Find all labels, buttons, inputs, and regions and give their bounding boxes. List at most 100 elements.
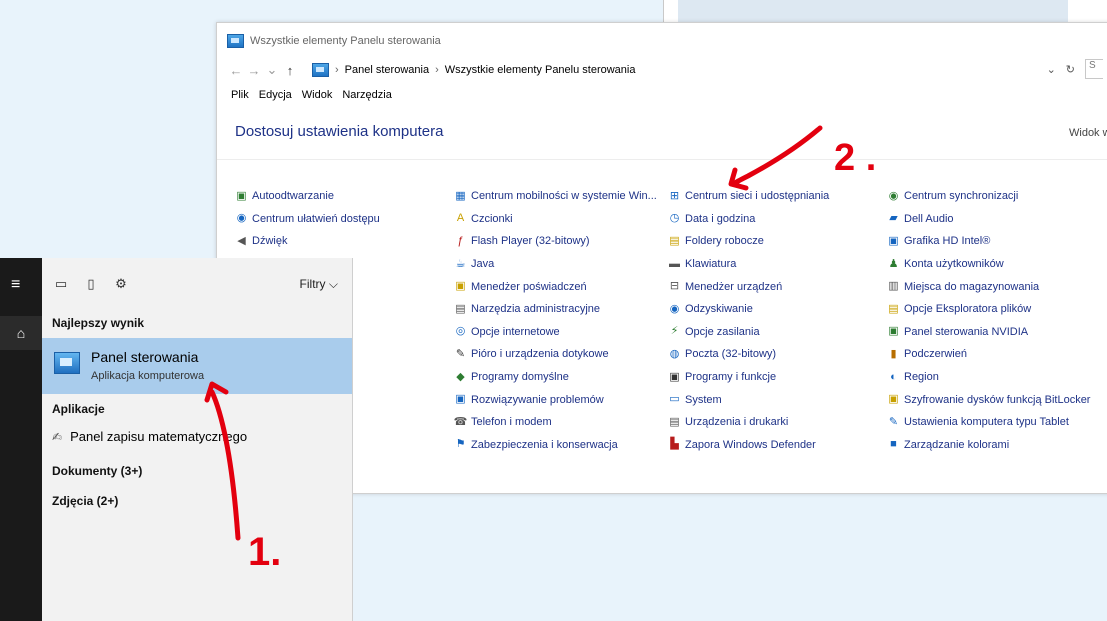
breadcrumb-all-items[interactable]: Wszystkie elementy Panelu sterowania bbox=[445, 64, 636, 76]
control-panel-item[interactable]: ▣ Grafika HD Intel® bbox=[887, 230, 1090, 253]
troubleshooting-icon: ▣ bbox=[455, 393, 466, 406]
phone-modem-icon: ☎ bbox=[453, 415, 468, 428]
control-panel-item[interactable]: ▣ Programy i funkcje bbox=[668, 366, 829, 389]
control-panel-item[interactable]: ◆ Programy domyślne bbox=[454, 366, 657, 389]
autoplay-icon: ▣ bbox=[236, 189, 247, 202]
control-panel-item[interactable]: ▤ Foldery robocze bbox=[668, 230, 829, 253]
home-icon[interactable]: ⌂ bbox=[0, 316, 42, 350]
search-input[interactable]: S bbox=[1085, 59, 1103, 79]
app-result-math-input-panel[interactable]: ✍ Panel zapisu matematycznego bbox=[52, 429, 247, 444]
documents-filter-icon[interactable]: ▯ bbox=[76, 276, 106, 292]
control-panel-item-label: Centrum sieci i udostępniania bbox=[685, 190, 830, 203]
system-icon: ▭ bbox=[669, 393, 680, 406]
settings-gear-icon[interactable]: ⚙ bbox=[106, 276, 136, 292]
breadcrumb-separator: › bbox=[435, 64, 439, 76]
control-panel-item[interactable]: ◍ Poczta (32-bitowy) bbox=[668, 343, 829, 366]
control-panel-item[interactable]: ◀ Dźwięk bbox=[235, 230, 380, 253]
menu-file[interactable]: Plik bbox=[231, 89, 249, 101]
control-panel-item[interactable]: ☎ Telefon i modem bbox=[454, 411, 657, 434]
control-panel-item-label: Konta użytkowników bbox=[904, 258, 1004, 271]
control-panel-item[interactable]: ▣ Panel sterowania NVIDIA bbox=[887, 321, 1090, 344]
documents-group[interactable]: Dokumenty (3+) bbox=[52, 464, 142, 478]
control-panel-item[interactable]: ▤ Opcje Eksploratora plików bbox=[887, 298, 1090, 321]
control-panel-item[interactable]: ☕ Java bbox=[454, 253, 657, 276]
control-panel-item-label: Odzyskiwanie bbox=[685, 303, 753, 316]
internet-options-icon: ◎ bbox=[455, 325, 466, 338]
control-panel-item-label: Poczta (32-bitowy) bbox=[685, 348, 777, 361]
control-panel-item-label: Rozwiązywanie problemów bbox=[471, 393, 604, 406]
control-panel-item[interactable]: ▤ Narzędzia administracyjne bbox=[454, 298, 657, 321]
chevron-down-icon: ⌵ bbox=[328, 277, 338, 291]
control-panel-item-label: Panel sterowania NVIDIA bbox=[904, 325, 1029, 338]
bitlocker-icon: ▣ bbox=[888, 393, 899, 406]
control-panel-item[interactable]: ▰ Dell Audio bbox=[887, 208, 1090, 231]
control-panel-item[interactable]: ⚑ Zabezpieczenia i konserwacja bbox=[454, 434, 657, 457]
divider bbox=[217, 159, 1107, 160]
control-panel-item[interactable]: ◐ Region bbox=[887, 366, 1090, 389]
credential-manager-icon: ▣ bbox=[455, 280, 466, 293]
recent-dropdown-icon[interactable]: ⌄ bbox=[263, 62, 281, 78]
control-panel-item[interactable]: ▣ Szyfrowanie dysków funkcją BitLocker bbox=[887, 388, 1090, 411]
control-panel-icon bbox=[312, 63, 329, 77]
background-window-bar bbox=[678, 0, 1068, 22]
control-panel-item-label: Centrum mobilności w systemie Win... bbox=[471, 190, 657, 203]
control-panel-item[interactable]: ▬ Klawiatura bbox=[668, 253, 829, 276]
control-panel-item-label: Foldery robocze bbox=[685, 235, 764, 248]
control-panel-item[interactable]: ▮ Podczerwień bbox=[887, 343, 1090, 366]
control-panel-item[interactable]: ▤ Urządzenia i drukarki bbox=[668, 411, 829, 434]
fonts-icon: A bbox=[456, 212, 465, 225]
control-panel-item[interactable]: ⊟ Menedżer urządzeń bbox=[668, 275, 829, 298]
best-match-result[interactable]: Panel sterowania Aplikacja komputerowa bbox=[42, 338, 352, 394]
programs-features-icon: ▣ bbox=[669, 370, 680, 383]
control-panel-item[interactable]: ⚡ Opcje zasilania bbox=[668, 321, 829, 344]
control-panel-item[interactable]: ✎ Ustawienia komputera typu Tablet bbox=[887, 411, 1090, 434]
menu-tools[interactable]: Narzędzia bbox=[342, 89, 392, 101]
control-panel-item[interactable]: ◎ Opcje internetowe bbox=[454, 321, 657, 344]
control-panel-item-label: Centrum ułatwień dostępu bbox=[252, 212, 380, 225]
intel-graphics-icon: ▣ bbox=[888, 234, 899, 247]
control-panel-item[interactable]: ⊞ Centrum sieci i udostępniania bbox=[668, 185, 829, 208]
control-panel-item[interactable]: ◉ Odzyskiwanie bbox=[668, 298, 829, 321]
address-dropdown-icon[interactable]: ⌄ bbox=[1047, 63, 1056, 76]
menu-edit[interactable]: Edycja bbox=[259, 89, 292, 101]
breadcrumb-control-panel[interactable]: Panel sterowania bbox=[345, 64, 429, 76]
control-panel-item[interactable]: ◉ Centrum ułatwień dostępu bbox=[235, 208, 380, 231]
explorer-options-icon: ▤ bbox=[888, 302, 899, 315]
view-by-label[interactable]: Widok w bbox=[1069, 127, 1107, 139]
control-panel-item[interactable]: ✎ Pióro i urządzenia dotykowe bbox=[454, 343, 657, 366]
control-panel-item[interactable]: A Czcionki bbox=[454, 208, 657, 231]
control-panel-item-label: Ustawienia komputera typu Tablet bbox=[904, 416, 1069, 429]
photos-group[interactable]: Zdjęcia (2+) bbox=[52, 494, 118, 508]
control-panel-item[interactable]: ◷ Data i godzina bbox=[668, 208, 829, 231]
refresh-icon[interactable]: ↻ bbox=[1066, 63, 1075, 76]
control-panel-item-label: Programy domyślne bbox=[471, 371, 569, 384]
forward-arrow-icon[interactable]: → bbox=[245, 63, 263, 78]
control-panel-item[interactable]: ▥ Miejsca do magazynowania bbox=[887, 275, 1090, 298]
date-time-icon: ◷ bbox=[669, 212, 680, 225]
control-panel-icon bbox=[54, 352, 80, 374]
math-input-icon: ✍ bbox=[52, 429, 63, 444]
up-arrow-icon[interactable]: ↑ bbox=[281, 63, 299, 78]
back-arrow-icon[interactable]: ← bbox=[227, 63, 245, 78]
sync-center-icon: ◉ bbox=[888, 189, 899, 202]
apps-filter-icon[interactable]: ▭ bbox=[46, 276, 76, 292]
network-center-icon: ⊞ bbox=[669, 189, 680, 202]
hamburger-menu-icon[interactable]: ≡ bbox=[11, 276, 20, 294]
infrared-icon: ▮ bbox=[890, 347, 897, 360]
control-panel-item[interactable]: ■ Zarządzanie kolorami bbox=[887, 434, 1090, 457]
control-panel-item-label: Dźwięk bbox=[252, 235, 288, 248]
control-panel-item-label: Miejsca do magazynowania bbox=[904, 280, 1040, 293]
control-panel-item[interactable]: ♟ Konta użytkowników bbox=[887, 253, 1090, 276]
filters-dropdown[interactable]: Filtry ⌵ bbox=[300, 277, 338, 292]
control-panel-item[interactable]: ▣ Autoodtwarzanie bbox=[235, 185, 380, 208]
mobility-center-icon: ▦ bbox=[455, 189, 466, 202]
address-bar[interactable]: › Panel sterowania › Wszystkie elementy … bbox=[305, 59, 1073, 81]
control-panel-item[interactable]: ▭ System bbox=[668, 388, 829, 411]
control-panel-item[interactable]: ▣ Menedżer poświadczeń bbox=[454, 275, 657, 298]
control-panel-item[interactable]: ◉ Centrum synchronizacji bbox=[887, 185, 1090, 208]
control-panel-item[interactable]: ▣ Rozwiązywanie problemów bbox=[454, 388, 657, 411]
menu-view[interactable]: Widok bbox=[302, 89, 333, 101]
control-panel-item[interactable]: ƒ Flash Player (32-bitowy) bbox=[454, 230, 657, 253]
control-panel-item[interactable]: ▦ Centrum mobilności w systemie Win... bbox=[454, 185, 657, 208]
control-panel-item[interactable]: ▙ Zapora Windows Defender bbox=[668, 434, 829, 457]
